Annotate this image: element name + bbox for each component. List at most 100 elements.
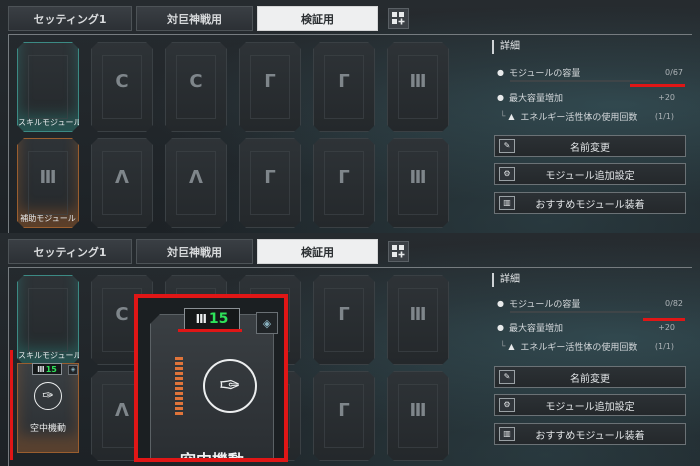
- module-slot[interactable]: C: [165, 42, 227, 132]
- module-screen-before: セッティング1 対巨神戦用 検証用 スキルモジュール C C Γ Γ Ⅲ Ⅲ 補助モジュール Λ…: [0, 0, 700, 233]
- tree-branch-icon: └: [500, 341, 506, 352]
- max-increase-value: +20: [658, 93, 675, 102]
- module-slot-glyph: C: [115, 71, 129, 92]
- capacity-bar: [510, 311, 650, 313]
- module-slot[interactable]: C: [91, 42, 153, 132]
- module-slot[interactable]: Γ: [239, 138, 301, 228]
- capacity-value: 0/82: [665, 299, 683, 308]
- module-slot-glyph: Γ: [264, 71, 276, 92]
- zoomed-module-name: 空中機動: [179, 451, 244, 462]
- tab-setting-1[interactable]: セッティング1: [8, 6, 132, 31]
- module-slot-glyph: Γ: [338, 304, 350, 325]
- capacity-value: 0/67: [665, 68, 683, 77]
- module-slot[interactable]: スキルモジュール: [17, 42, 79, 132]
- gear-icon: ⚙: [499, 398, 515, 412]
- highlight-underline: [643, 318, 685, 321]
- max-increase-value: +20: [658, 323, 675, 332]
- capacity-label: モジュールの容量: [509, 300, 581, 310]
- module-slot[interactable]: Ⅲ: [387, 275, 449, 365]
- energy-row: └ ▲ エネルギー活性体の使用回数 (1/1): [500, 110, 686, 124]
- detail-panel: 詳細: [492, 40, 684, 54]
- aerial-maneuver-icon: ✑: [203, 359, 257, 413]
- rename-button[interactable]: ✎ 名前変更: [494, 366, 686, 388]
- module-cost: 15: [45, 364, 57, 374]
- settings-tabs: セッティング1 対巨神戦用 検証用: [8, 6, 409, 31]
- rename-label: 名前変更: [570, 142, 610, 154]
- recommended-modules-button[interactable]: ▥ おすすめモジュール装着: [494, 192, 686, 214]
- module-slot-caption: スキルモジュール: [18, 351, 82, 360]
- pen-icon: ✎: [499, 370, 515, 384]
- add-module-settings-button[interactable]: ⚙ モジュール追加設定: [494, 163, 686, 185]
- highlight-underline: [178, 329, 242, 332]
- detail-title: 詳細: [492, 40, 684, 54]
- droplet-plus-icon: ●: [497, 93, 504, 102]
- detail-panel: 詳細: [492, 273, 684, 287]
- gear-icon: ⚙: [499, 167, 515, 181]
- recommended-modules-label: おすすめモジュール装着: [535, 199, 645, 211]
- add-grid-icon[interactable]: [388, 241, 409, 262]
- max-increase-row: ● 最大容量増加 +20: [497, 91, 683, 104]
- module-slot[interactable]: Γ: [313, 275, 375, 365]
- zoomed-cost-badge: Ⅲ 15: [184, 308, 240, 330]
- chart-icon: ▥: [499, 427, 515, 441]
- energy-icon: ▲: [508, 112, 515, 121]
- module-slot[interactable]: Ⅲ 補助モジュール: [17, 138, 79, 228]
- module-slot-glyph: Γ: [338, 400, 350, 421]
- tier-icon: Ⅲ: [195, 312, 207, 326]
- max-increase-label: 最大容量増加: [509, 324, 564, 334]
- module-slot[interactable]: Γ: [313, 138, 375, 228]
- tab-verification[interactable]: 検証用: [257, 239, 378, 264]
- module-slot-glyph: Ⅲ: [409, 71, 427, 92]
- module-slot-glyph: Ⅲ: [409, 167, 427, 188]
- tab-verification[interactable]: 検証用: [257, 6, 378, 31]
- tab-anti-colossus[interactable]: 対巨神戦用: [136, 6, 253, 31]
- energy-value: (1/1): [654, 112, 674, 121]
- droplet-icon: ●: [497, 299, 504, 308]
- module-slot[interactable]: Λ: [91, 138, 153, 228]
- tree-branch-icon: └: [500, 111, 506, 122]
- pen-icon: ✎: [499, 139, 515, 153]
- module-slot[interactable]: Γ: [239, 42, 301, 132]
- module-slot[interactable]: Ⅲ: [387, 371, 449, 461]
- capacity-row: ● モジュールの容量 0/82: [497, 297, 683, 310]
- module-slot-glyph: C: [189, 71, 203, 92]
- add-module-settings-label: モジュール追加設定: [545, 401, 635, 413]
- add-module-settings-button[interactable]: ⚙ モジュール追加設定: [494, 394, 686, 416]
- module-slot-glyph: Γ: [338, 167, 350, 188]
- module-slot-glyph: Λ: [189, 167, 203, 188]
- recommended-modules-button[interactable]: ▥ おすすめモジュール装着: [494, 423, 686, 445]
- module-slot-glyph: Ⅲ: [39, 167, 57, 188]
- energy-value: (1/1): [654, 342, 674, 351]
- max-increase-row: ● 最大容量増加 +20: [497, 321, 683, 334]
- module-slot[interactable]: Ⅲ: [387, 42, 449, 132]
- energy-label: エネルギー活性体の使用回数: [520, 343, 638, 353]
- settings-tabs: セッティング1 対巨神戦用 検証用: [8, 239, 409, 264]
- tab-setting-1[interactable]: セッティング1: [8, 239, 132, 264]
- capacity-row: ● モジュールの容量 0/67: [497, 66, 683, 79]
- add-grid-icon[interactable]: [388, 8, 409, 29]
- energy-row: └ ▲ エネルギー活性体の使用回数 (1/1): [500, 340, 686, 354]
- zoomed-module-highlight: ✑ 空中機動 Ⅲ 15 ◈: [134, 294, 288, 462]
- rename-button[interactable]: ✎ 名前変更: [494, 135, 686, 157]
- energy-label: エネルギー活性体の使用回数: [520, 113, 638, 123]
- module-slot[interactable]: Ⅲ: [387, 138, 449, 228]
- droplet-icon: ●: [497, 68, 504, 77]
- module-slot-glyph: Ⅲ: [409, 400, 427, 421]
- detail-title: 詳細: [492, 273, 684, 287]
- tab-anti-colossus[interactable]: 対巨神戦用: [136, 239, 253, 264]
- module-slot[interactable]: Λ: [165, 138, 227, 228]
- module-slot[interactable]: Γ: [313, 371, 375, 461]
- module-slot-glyph: Γ: [338, 71, 350, 92]
- module-slot[interactable]: Γ: [313, 42, 375, 132]
- module-slot[interactable]: スキルモジュール: [17, 275, 79, 365]
- droplet-plus-icon: ●: [497, 323, 504, 332]
- tier-icon: Ⅲ: [37, 364, 45, 374]
- capacity-label: モジュールの容量: [509, 69, 581, 79]
- module-slot-caption: 補助モジュール: [20, 214, 76, 223]
- equipped-module-card[interactable]: ✑ 空中機動: [17, 363, 79, 453]
- zoomed-module-cost: 15: [208, 311, 229, 327]
- module-type-icon: ◈: [68, 365, 78, 375]
- zoomed-module-card: ✑ 空中機動: [150, 314, 274, 462]
- module-screen-after: セッティング1 対巨神戦用 検証用 スキルモジュール C Γ Ⅲ Λ Γ Ⅲ 詳細 ● モジ…: [0, 233, 700, 466]
- highlight-underline: [630, 84, 685, 87]
